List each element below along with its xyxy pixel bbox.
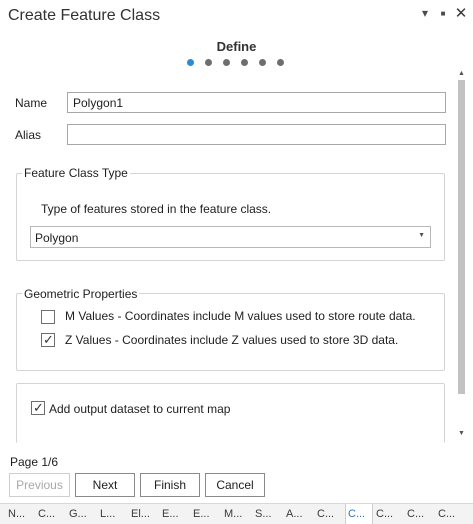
bottom-tab[interactable]: C... <box>315 504 345 524</box>
step-dot[interactable] <box>205 59 212 66</box>
bottom-tab[interactable]: N... <box>6 504 36 524</box>
name-label: Name <box>15 96 48 110</box>
feature-type-selected: Polygon <box>35 231 79 245</box>
window-title: Create Feature Class <box>8 7 161 24</box>
geometric-properties-legend: Geometric Properties <box>22 287 140 301</box>
bottom-tab[interactable]: C... <box>405 504 436 524</box>
feature-class-type-legend: Feature Class Type <box>22 166 130 180</box>
bottom-tab[interactable]: L... <box>98 504 129 524</box>
step-dot[interactable] <box>259 59 266 66</box>
checkmark-icon: ✓ <box>33 400 44 415</box>
geometric-properties-group <box>16 293 445 371</box>
step-indicator <box>187 59 284 69</box>
cancel-button[interactable]: Cancel <box>205 473 265 497</box>
bottom-tab-active[interactable]: C... <box>345 504 373 524</box>
m-values-label: M Values - Coordinates include M values … <box>65 309 416 323</box>
bottom-tab[interactable]: A... <box>284 504 315 524</box>
step-dot[interactable] <box>241 59 248 66</box>
feature-type-description: Type of features stored in the feature c… <box>41 202 272 216</box>
step-dot[interactable] <box>277 59 284 66</box>
bottom-tab[interactable]: C... <box>36 504 67 524</box>
bottom-tab[interactable]: E... <box>160 504 191 524</box>
add-to-map-label: Add output dataset to current map <box>49 402 231 416</box>
chevron-down-icon: ▼ <box>418 232 425 239</box>
bottom-tab-strip: N... C... G... L... El... E... E... M...… <box>0 503 473 524</box>
alias-field[interactable] <box>67 124 446 145</box>
checkmark-icon: ✓ <box>43 332 54 347</box>
scrollbar-thumb[interactable] <box>458 80 465 394</box>
next-button[interactable]: Next <box>75 473 135 497</box>
pin-icon[interactable]: ■ <box>436 9 450 18</box>
bottom-tab[interactable]: S... <box>253 504 284 524</box>
z-values-checkbox[interactable]: ✓ <box>41 332 55 347</box>
step-title: Define <box>216 39 257 54</box>
page-indicator: Page 1/6 <box>10 455 59 469</box>
bottom-tab[interactable]: E... <box>191 504 222 524</box>
step-dot[interactable] <box>187 59 194 66</box>
z-values-label: Z Values - Coordinates include Z values … <box>65 333 399 347</box>
step-dot[interactable] <box>223 59 230 66</box>
previous-button[interactable]: Previous <box>9 473 70 497</box>
bottom-tab[interactable]: M... <box>222 504 253 524</box>
m-values-checkbox[interactable] <box>41 310 55 324</box>
dropdown-menu-icon[interactable]: ▾ <box>418 6 432 20</box>
name-field[interactable] <box>67 92 446 113</box>
scroll-up-icon[interactable]: ▲ <box>458 70 465 77</box>
bottom-tab[interactable]: G... <box>67 504 98 524</box>
bottom-tab[interactable]: C... <box>436 504 467 524</box>
add-to-map-checkbox[interactable]: ✓ <box>31 400 45 415</box>
bottom-tab[interactable]: El... <box>129 504 160 524</box>
vertical-scrollbar[interactable]: ▲ ▼ <box>456 70 466 440</box>
alias-label: Alias <box>15 128 42 142</box>
feature-type-dropdown[interactable]: Polygon ▼ <box>30 226 431 248</box>
scroll-down-icon[interactable]: ▼ <box>458 430 465 437</box>
finish-button[interactable]: Finish <box>140 473 200 497</box>
close-icon[interactable]: ✕ <box>454 4 468 22</box>
title-bar: Create Feature Class ▾ ■ ✕ <box>0 0 473 32</box>
bottom-tab[interactable]: C... <box>374 504 405 524</box>
